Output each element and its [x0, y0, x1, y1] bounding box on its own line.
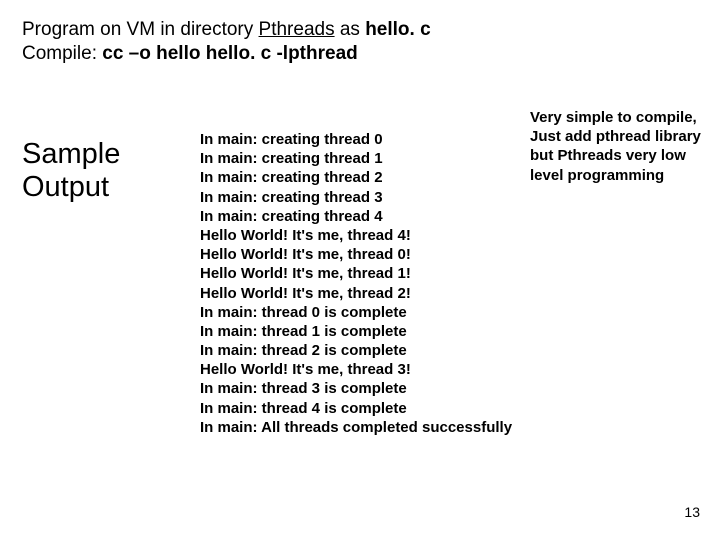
left-title-l2: Output	[22, 171, 120, 204]
header-pre1: Program on VM in directory	[22, 19, 259, 40]
slide: Program on VM in directory Pthreads as h…	[0, 0, 720, 540]
output-line: In main: thread 2 is complete	[200, 341, 512, 360]
output-line: In main: thread 0 is complete	[200, 303, 512, 322]
output-line: In main: creating thread 1	[200, 149, 512, 168]
output-line: In main: creating thread 3	[200, 188, 512, 207]
output-line: In main: thread 1 is complete	[200, 322, 512, 341]
output-line: In main: creating thread 0	[200, 130, 512, 149]
output-line: In main: thread 4 is complete	[200, 399, 512, 418]
output-line: Hello World! It's me, thread 3!	[200, 360, 512, 379]
output-line: In main: thread 3 is complete	[200, 379, 512, 398]
side-note: Very simple to compile, Just add pthread…	[530, 108, 701, 185]
header-file: hello. c	[365, 19, 430, 40]
header-dir: Pthreads	[259, 19, 335, 40]
note-line: level programming	[530, 166, 701, 185]
output-line: In main: creating thread 4	[200, 207, 512, 226]
output-line: In main: creating thread 2	[200, 168, 512, 187]
output-line: In main: All threads completed successfu…	[200, 418, 512, 437]
output-line: Hello World! It's me, thread 2!	[200, 284, 512, 303]
left-title-l1: Sample	[22, 138, 120, 171]
output-line: Hello World! It's me, thread 0!	[200, 245, 512, 264]
header-pre2: Compile:	[22, 43, 102, 64]
sample-output: In main: creating thread 0 In main: crea…	[200, 130, 512, 437]
header-text: Program on VM in directory Pthreads as h…	[22, 18, 712, 66]
page-number: 13	[684, 504, 700, 520]
header-cmd: cc –o hello hello. c -lpthread	[102, 43, 358, 64]
header-mid1: as	[335, 19, 366, 40]
output-line: Hello World! It's me, thread 1!	[200, 264, 512, 283]
left-title: Sample Output	[22, 138, 120, 205]
note-line: Just add pthread library	[530, 127, 701, 146]
note-line: but Pthreads very low	[530, 146, 701, 165]
note-line: Very simple to compile,	[530, 108, 701, 127]
output-line: Hello World! It's me, thread 4!	[200, 226, 512, 245]
